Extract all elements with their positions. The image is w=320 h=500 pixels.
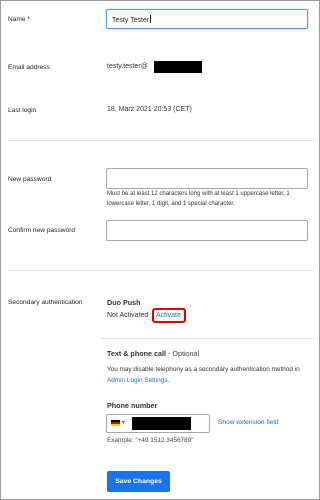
show-extension-link[interactable]: Show extension field (218, 419, 278, 426)
email-value: testy.tester@ (107, 63, 148, 70)
telephony-description: You may disable telephony as a secondary… (107, 366, 300, 384)
save-changes-button[interactable]: Save Changes (107, 471, 170, 492)
password-hint: Must be at least 12 characters long with… (107, 191, 290, 207)
new-password-input[interactable] (106, 168, 308, 189)
name-label: Name * (8, 16, 30, 23)
activate-highlight (152, 308, 186, 323)
email-redaction (154, 61, 202, 73)
duo-push-title: Duo Push (107, 298, 141, 307)
country-dropdown-caret-icon[interactable]: ▾ (122, 419, 125, 426)
name-input[interactable]: Testy Tester (106, 9, 308, 29)
confirm-password-label: Confirm new password (8, 227, 76, 234)
telephony-heading: Text & phone call - Optional (107, 349, 200, 358)
germany-flag-icon[interactable] (111, 420, 120, 426)
text-caret (149, 15, 151, 23)
settings-panel: Name * Testy Tester Email address testy.… (0, 0, 320, 500)
phone-example: Example: "+49 1512 3456789" (107, 437, 194, 444)
phone-number-label: Phone number (107, 401, 158, 410)
confirm-password-input[interactable] (106, 220, 308, 241)
duo-status: Not Activated (107, 312, 149, 319)
email-label: Email address (8, 64, 50, 71)
name-input-value: Testy Tester (112, 15, 151, 24)
admin-login-settings-link[interactable]: Admin Login Settings (107, 377, 167, 384)
section-divider (8, 270, 314, 271)
new-password-label: New password (8, 176, 52, 183)
last-login-label: Last login (8, 107, 37, 114)
last-login-value: 18. März 2021 20:53 (CET) (107, 106, 192, 113)
section-divider (101, 338, 314, 339)
secondary-auth-label: Secondary authentication (8, 299, 83, 306)
section-divider (8, 140, 314, 141)
phone-number-redaction (132, 417, 191, 430)
